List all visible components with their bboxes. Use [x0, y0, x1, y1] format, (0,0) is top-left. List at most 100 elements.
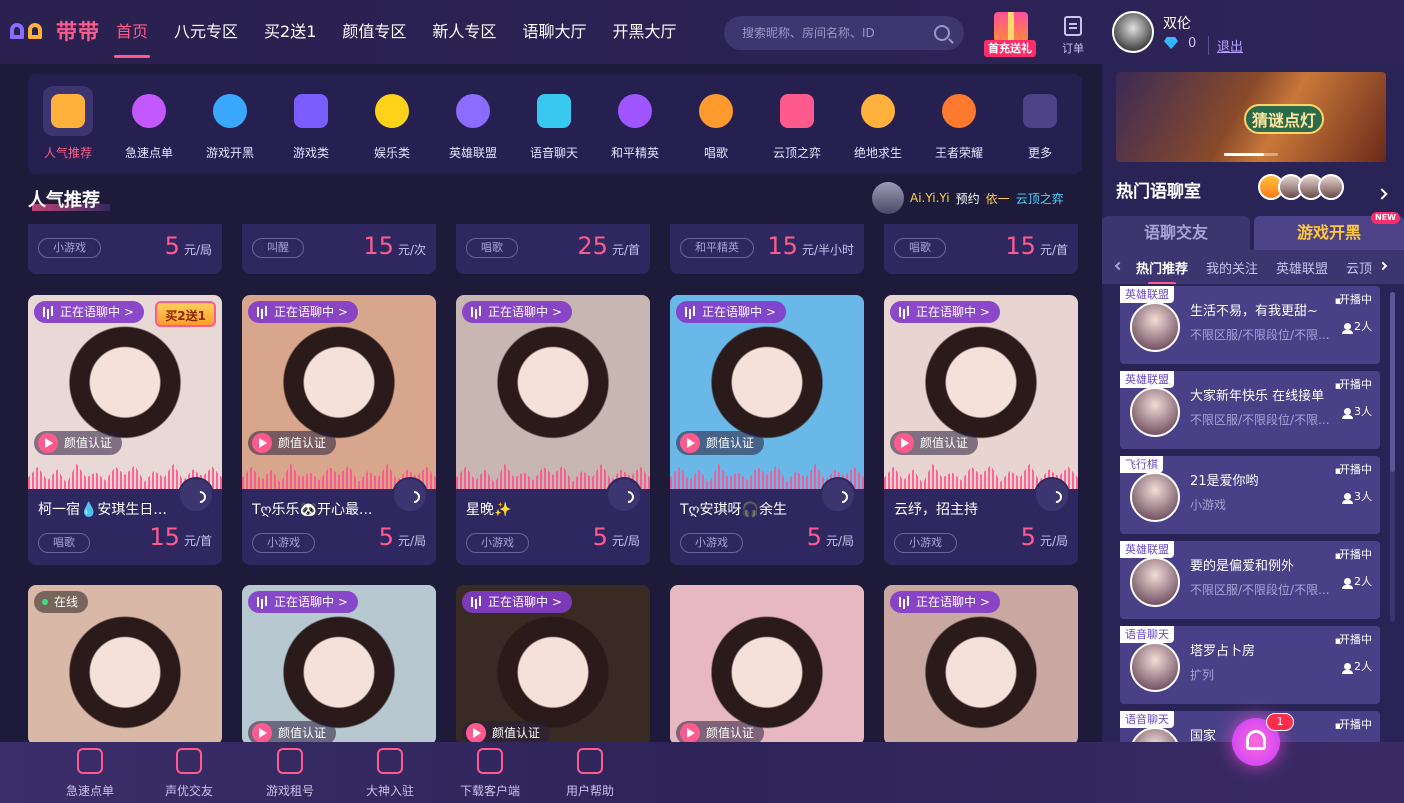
price-strip[interactable]: 唱歌 25 元/首	[456, 224, 650, 274]
room-item[interactable]: 英雄联盟要的是偏爱和例外不限区服/不限段位/不限... 开播中 2人	[1120, 541, 1380, 619]
host-card[interactable]: 正在语聊中 > 颜值认证 云纾，招主持 小游戏 5 元/局	[884, 295, 1078, 565]
tab-voice-chat[interactable]: 语聊交友	[1102, 216, 1250, 250]
search-input[interactable]	[742, 26, 934, 40]
room-subtitle: 不限区服/不限段位/不限...	[1190, 583, 1330, 597]
category-tft[interactable]: 云顶之弈	[757, 86, 837, 161]
voice-play-button[interactable]	[392, 477, 428, 513]
voice-play-button[interactable]	[606, 477, 642, 513]
host-card[interactable]: 正在语聊中 > 买2送1 颜值认证 柯一宿💧安琪生日... 唱歌 15 元/首	[28, 295, 222, 565]
host-card[interactable]: 正在语聊中 > 颜值认证	[456, 585, 650, 745]
bottom-item-heart-bubble[interactable]: 声优交友	[149, 748, 229, 799]
subtab-tft[interactable]: 云顶	[1346, 258, 1372, 277]
price-strip[interactable]: 叫醒 15 元/次	[242, 224, 436, 274]
nav-item-newcomer[interactable]: 新人专区	[424, 0, 504, 64]
chevron-left-icon[interactable]	[1114, 261, 1124, 271]
category-label: 和平精英	[610, 146, 659, 160]
live-chat-badge[interactable]: 正在语聊中 >	[248, 301, 358, 323]
category-chick[interactable]: 娱乐类	[352, 86, 432, 161]
bottom-item-id-card[interactable]: 游戏租号	[250, 748, 330, 799]
nav-item-home[interactable]: 首页	[108, 0, 156, 64]
banner-pagination[interactable]	[1224, 153, 1264, 156]
bottom-item-download[interactable]: 下载客户端	[450, 748, 530, 799]
first-recharge-gift-button[interactable]: 首充送礼	[982, 8, 1040, 58]
service-tag: 和平精英	[680, 238, 754, 258]
scroll-thumb[interactable]	[1390, 292, 1395, 472]
bottom-item-help-doc[interactable]: 用户帮助	[550, 748, 630, 799]
nav-item-eight-yuan[interactable]: 八元专区	[166, 0, 246, 64]
search-icon[interactable]	[934, 25, 950, 41]
booking-target[interactable]: 依一	[986, 190, 1010, 207]
category-gamepad[interactable]: 游戏类	[271, 86, 351, 161]
download-icon	[477, 748, 503, 774]
logout-link[interactable]: 退出	[1208, 36, 1243, 55]
verified-looks-badge[interactable]: 颜值认证	[890, 431, 979, 455]
live-chat-badge[interactable]: 正在语聊中 >	[34, 301, 144, 323]
category-hexagon-star[interactable]: 人气推荐	[28, 86, 108, 161]
nav-item-looks[interactable]: 颜值专区	[334, 0, 414, 64]
nav-item-gaming-hall[interactable]: 开黑大厅	[604, 0, 684, 64]
host-card[interactable]: 在线	[28, 585, 222, 745]
voice-play-button[interactable]	[178, 477, 214, 513]
chevron-right-icon[interactable]	[1376, 188, 1388, 200]
category-voice-bubble[interactable]: 语音聊天	[514, 86, 594, 161]
room-list-scrollbar[interactable]	[1390, 292, 1395, 622]
tab-gaming[interactable]: 游戏开黑 NEW	[1254, 212, 1404, 250]
host-card[interactable]: 正在语聊中 >	[884, 585, 1078, 745]
category-honor-of-kings[interactable]: 王者荣耀	[919, 86, 999, 161]
category-music-note[interactable]: 唱歌	[676, 86, 756, 161]
price-unit: 元/局	[1039, 534, 1068, 548]
order-button[interactable]: 订单	[1058, 16, 1088, 56]
category-more-dots[interactable]: 更多	[1000, 86, 1080, 161]
live-chat-badge[interactable]: 正在语聊中 >	[462, 301, 572, 323]
user-avatar[interactable]	[1112, 11, 1154, 53]
subtab-following[interactable]: 我的关注	[1206, 258, 1258, 277]
room-avatar	[1130, 642, 1180, 692]
booking-user[interactable]: Ai.Yi.Yi	[910, 191, 950, 205]
price-number: 5	[378, 523, 394, 551]
host-card[interactable]: 正在语聊中 > 颜值认证	[242, 585, 436, 745]
room-item[interactable]: 英雄联盟生活不易，有我更甜~ 不限区服/不限段位/不限... 开播中 2人	[1120, 286, 1380, 364]
category-checkbox[interactable]: 急速点单	[109, 86, 189, 161]
nav-item-buy2get1[interactable]: 买2送1	[256, 0, 324, 64]
host-card[interactable]: 颜值认证	[670, 585, 864, 745]
price-value: 5 元/局	[593, 523, 640, 551]
subtab-lol[interactable]: 英雄联盟	[1276, 258, 1328, 277]
price-strip[interactable]: 唱歌 15 元/首	[884, 224, 1078, 274]
price-value: 5 元/局	[165, 232, 212, 260]
price-value: 5 元/局	[379, 523, 426, 551]
host-card[interactable]: 正在语聊中 > 颜值认证 Tღ安琪呀🎧余生 小游戏 5 元/局	[670, 295, 864, 565]
user-name[interactable]: 双伦	[1163, 13, 1191, 33]
category-lol[interactable]: 英雄联盟	[433, 86, 513, 161]
live-chat-badge[interactable]: 正在语聊中 >	[890, 591, 1000, 613]
bottom-item-clipboard-check[interactable]: 急速点单	[50, 748, 130, 799]
live-chat-badge[interactable]: 正在语聊中 >	[676, 301, 786, 323]
verified-looks-badge[interactable]: 颜值认证	[248, 431, 337, 455]
voice-play-button[interactable]	[820, 477, 856, 513]
live-chat-badge[interactable]: 正在语聊中 >	[462, 591, 572, 613]
voice-play-button[interactable]	[1034, 477, 1070, 513]
room-item[interactable]: 英雄联盟大家新年快乐 在线接单不限区服/不限段位/不限... 开播中 3人	[1120, 371, 1380, 449]
price-strip[interactable]: 小游戏 5 元/局	[28, 224, 222, 274]
logo[interactable]: 带带	[10, 16, 100, 46]
bottom-label: 游戏租号	[265, 784, 314, 798]
category-pubg-mobile[interactable]: 和平精英	[595, 86, 675, 161]
price-strip[interactable]: 和平精英 15 元/半小时	[670, 224, 864, 274]
promo-banner[interactable]: 猜谜点灯	[1116, 72, 1386, 162]
live-chat-badge[interactable]: 正在语聊中 >	[890, 301, 1000, 323]
category-pubg[interactable]: 绝地求生	[838, 86, 918, 161]
gamepad-icon	[286, 86, 336, 136]
booking-game[interactable]: 云顶之弈	[1016, 190, 1064, 207]
room-item[interactable]: 语音聊天塔罗占卜房扩列 开播中 2人	[1120, 626, 1380, 704]
verified-looks-badge[interactable]: 颜值认证	[34, 431, 123, 455]
room-item[interactable]: 飞行棋 21是爱你哟小游戏 开播中 3人	[1120, 456, 1380, 534]
verified-looks-badge[interactable]: 颜值认证	[676, 431, 765, 455]
subtab-hot[interactable]: 热门推荐	[1136, 258, 1188, 284]
live-chat-badge[interactable]: 正在语聊中 >	[248, 591, 358, 613]
nav-item-voice-hall[interactable]: 语聊大厅	[514, 0, 594, 64]
pubg-icon-shape	[861, 94, 895, 128]
bottom-item-crown[interactable]: 大神入驻	[350, 748, 430, 799]
host-card[interactable]: 正在语聊中 > 颜值认证 Tღ乐乐🐼开心最... 小游戏 5 元/局	[242, 295, 436, 565]
category-swords[interactable]: 游戏开黑	[190, 86, 270, 161]
price-unit: 元/局	[183, 243, 212, 257]
host-card[interactable]: 正在语聊中 > 星晚✨ 小游戏 5 元/局	[456, 295, 650, 565]
